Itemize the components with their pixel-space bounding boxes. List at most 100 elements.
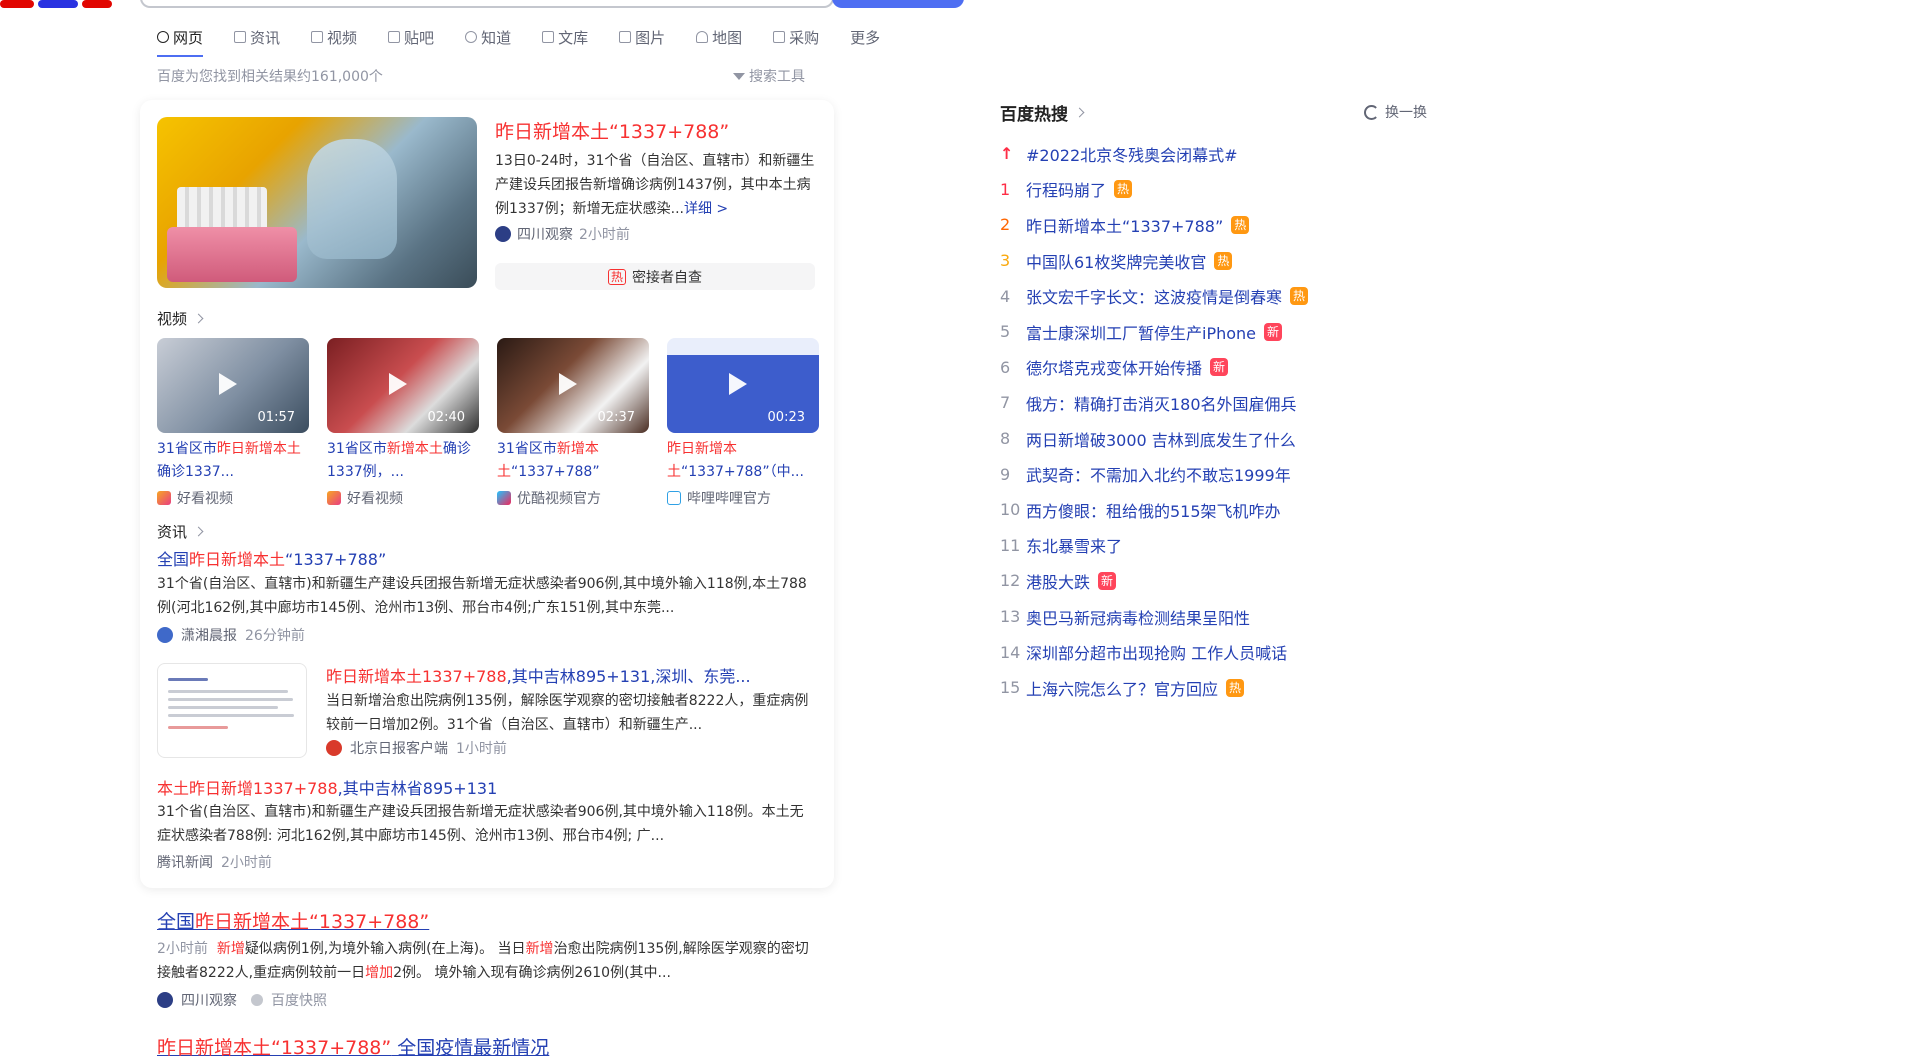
tab-video[interactable]: 视频 [311,23,357,51]
video-title[interactable]: 31省区市昨日新增本土确诊1337... [157,438,309,484]
bilibili-icon [667,491,681,505]
source-name[interactable]: 腾讯新闻 [157,852,213,872]
news-section-header[interactable]: 资讯 [157,521,204,542]
source-name[interactable]: 潇湘晨报 [181,625,237,645]
tab-more[interactable]: 更多 [850,23,880,51]
hot-search-item[interactable]: 12 港股大跌 新 [1000,563,1440,599]
related-search-pill[interactable]: 热 密接者自查 [495,263,815,290]
video-item[interactable]: 02:37 31省区市新增本土“1337+788” 优酷视频官方 [497,338,649,508]
search-tabs: 网页 资讯 视频 贴吧 知道 文库 图片 地图 采购 更多 [157,23,911,57]
play-icon [219,373,237,395]
top-news-image[interactable] [157,117,477,288]
hot-search-item[interactable]: 11 东北暴雪来了 [1000,528,1440,564]
news-title[interactable]: 昨日新增本土1337+788,其中吉林895+131,深圳、东莞... [326,663,751,687]
tab-images[interactable]: 图片 [619,23,665,51]
tab-tieba[interactable]: 贴吧 [388,23,434,51]
video-item[interactable]: 02:40 31省区市新增本土确诊1337例，... 好看视频 [327,338,479,508]
baidu-logo[interactable] [0,0,120,8]
hot-search-item[interactable]: 2 昨日新增本土“1337+788” 热 [1000,207,1440,243]
new-badge: 新 [1098,571,1117,590]
video-source-name: 好看视频 [177,491,233,507]
video-title[interactable]: 昨日新增本土“1337+788”（中... [667,438,819,484]
page: 网页 资讯 视频 贴吧 知道 文库 图片 地图 采购 更多 百度为您找到相关结果… [0,0,1920,1059]
tab-wenku[interactable]: 文库 [542,23,588,51]
title-text: 31省区市 [157,441,217,457]
title-highlight: 本土昨日新增1337+788 [157,779,338,798]
hot-rank: 9 [1000,464,1011,484]
hot-rank: 13 [1000,607,1021,627]
logo-part [82,0,112,8]
hot-rank: 2 [1000,215,1011,235]
video-section-header[interactable]: 视频 [157,308,204,329]
tab-purchase[interactable]: 采购 [773,23,819,51]
thumb-line [168,678,208,681]
timestamp: 2小时前 [579,227,630,243]
result-title[interactable]: 昨日新增本土“1337+788” 全国疫情最新情况 [157,1033,549,1060]
tab-label: 视频 [327,28,358,47]
video-duration: 00:23 [767,410,805,425]
hot-search-item[interactable]: 1 行程码崩了 热 [1000,172,1440,208]
hot-search-item[interactable]: 5 富士康深圳工厂暂停生产iPhone 新 [1000,314,1440,350]
hot-item-title: 奥巴马新冠病毒检测结果呈阳性 [1026,608,1251,628]
top-news-title[interactable]: 昨日新增本土“1337+788” [495,117,729,144]
hot-search-item[interactable]: 6 德尔塔克戎变体开始传播 新 [1000,350,1440,386]
snapshot-link[interactable]: 百度快照 [271,990,327,1010]
thumb-line [168,706,278,709]
refresh-button[interactable]: 换一换 [1364,102,1427,122]
news-meta: 潇湘晨报 26分钟前 [157,625,305,645]
tab-web[interactable]: 网页 [157,23,204,57]
hot-search-item[interactable]: 9 武契奇：不需加入北约不敢忘1999年 [1000,456,1440,492]
question-icon [465,31,478,43]
video-item[interactable]: 01:57 31省区市昨日新增本土确诊1337... 好看视频 [157,338,309,508]
source-name[interactable]: 四川观察 [181,990,237,1010]
hot-rank: 7 [1000,393,1011,413]
section-title: 资讯 [157,523,188,541]
hot-search-item[interactable]: 13 奥巴马新冠病毒检测结果呈阳性 [1000,599,1440,635]
hot-search-item[interactable]: 10 西方傻眼：租给俄的515架飞机咋办 [1000,492,1440,528]
source-name[interactable]: 四川观察 [517,224,573,244]
search-button[interactable] [832,0,964,8]
play-icon [729,373,747,395]
source-name[interactable]: 北京日报客户端 [350,738,448,758]
new-badge: 新 [1210,358,1229,377]
video-thumbnail[interactable]: 01:57 [157,338,309,433]
hot-search-title[interactable]: 百度热搜 [1000,100,1085,125]
hot-rank: 15 [1000,678,1021,698]
video-thumbnail[interactable]: 02:37 [497,338,649,433]
hot-search-item[interactable]: 15 上海六院怎么了？官方回应 热 [1000,670,1440,706]
video-source: 好看视频 [327,488,479,508]
tab-label: 网页 [173,28,204,47]
video-title[interactable]: 31省区市新增本土“1337+788” [497,438,649,484]
hot-search-item[interactable]: 8 两日新增破3000 吉林到底发生了什么 [1000,421,1440,457]
search-tools-button[interactable]: 搜索工具 [733,66,805,86]
video-thumbnail[interactable]: 02:40 [327,338,479,433]
hot-search-item[interactable]: 4 张文宏千字长文：这波疫情是倒春寒 热 [1000,278,1440,314]
result-title[interactable]: 全国昨日新增本土“1337+788” [157,907,429,934]
news-title[interactable]: 本土昨日新增1337+788,其中吉林省895+131 [157,775,497,799]
hot-item-title: 深圳部分超市出现抢购 工作人员喊话 [1026,644,1288,664]
video-thumbnail[interactable]: 00:23 [667,338,819,433]
title-highlight: 昨日新增本土“1337+788” [195,911,430,933]
video-title[interactable]: 31省区市新增本土确诊1337例，... [327,438,479,484]
hot-search-item[interactable]: 3 中国队61枚奖牌完美收官 热 [1000,243,1440,279]
tab-map[interactable]: 地图 [696,23,742,51]
search-tools-label: 搜索工具 [749,69,805,85]
title-text: “1337+788” [511,464,600,480]
video-item[interactable]: 00:23 昨日新增本土“1337+788”（中... 哔哩哔哩官方 [667,338,819,508]
video-list: 01:57 31省区市昨日新增本土确诊1337... 好看视频 02:40 31… [157,338,819,508]
title-highlight: 昨日新增本土 [216,441,301,457]
detail-link[interactable]: 详细 > [684,201,728,217]
hot-search-item[interactable]: 7 俄方：精确打击消灭180名外国雇佣兵 [1000,385,1440,421]
news-thumbnail[interactable] [157,663,307,758]
news-title[interactable]: 全国昨日新增本土“1337+788” [157,546,386,570]
hot-search-item[interactable]: 14 深圳部分超市出现抢购 工作人员喊话 [1000,634,1440,670]
hot-item-title: 武契奇：不需加入北约不敢忘1999年 [1026,466,1291,486]
hot-search-title-text: 百度热搜 [1000,105,1068,125]
tab-zhidao[interactable]: 知道 [465,23,511,51]
hot-search-item[interactable]: ↑ #2022北京冬残奥会闭幕式# [1000,136,1440,172]
thumb-line [168,726,228,729]
search-input[interactable] [140,0,834,8]
tab-news[interactable]: 资讯 [234,23,280,51]
play-icon [559,373,577,395]
refresh-label: 换一换 [1385,105,1427,121]
